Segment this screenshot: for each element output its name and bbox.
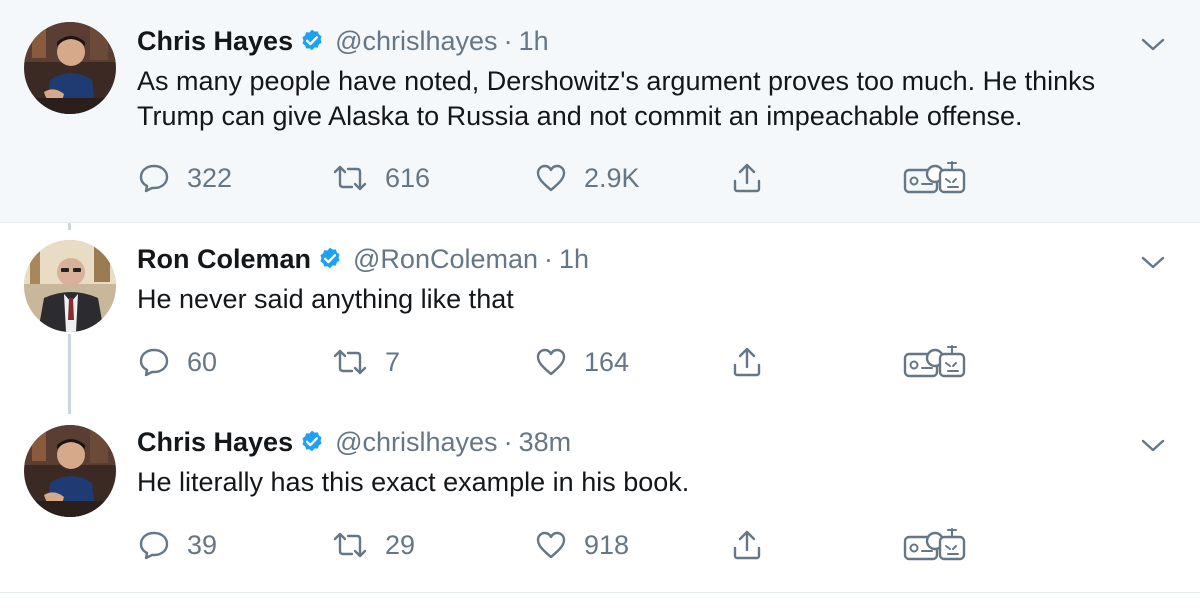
retweet-icon	[333, 349, 367, 375]
separator-dot: ·	[503, 26, 513, 56]
reply-count: 322	[187, 162, 233, 193]
separator-dot: ·	[503, 427, 513, 457]
chevron-down-icon[interactable]	[1140, 435, 1166, 455]
separator-dot: ·	[544, 244, 554, 274]
display-name[interactable]: Chris Hayes	[137, 26, 293, 56]
like-button[interactable]: 2.9K	[534, 160, 640, 196]
retweet-button[interactable]: 29	[331, 527, 415, 563]
share-icon	[733, 163, 761, 193]
avatar[interactable]	[24, 425, 116, 517]
user-handle[interactable]: @chrislhayes	[335, 427, 497, 457]
share-button[interactable]	[730, 527, 764, 563]
retweet-count: 29	[385, 529, 416, 560]
timestamp[interactable]: 1h	[519, 26, 549, 56]
user-handle[interactable]: @RonColeman	[353, 244, 538, 274]
bot-extension-icon	[903, 528, 966, 561]
reply-icon	[139, 531, 169, 560]
tweet-actions: 322 616 2.9K	[137, 160, 1037, 196]
tweet-header: Chris Hayes @chrislhayes · 38m	[137, 425, 571, 459]
like-count: 164	[584, 346, 630, 377]
bot-extension-button[interactable]	[902, 160, 968, 196]
share-icon	[733, 530, 761, 560]
tweet-text: As many people have noted, Dershowitz's …	[137, 66, 1096, 131]
bot-extension-icon	[903, 345, 966, 378]
like-button[interactable]: 164	[534, 344, 629, 380]
tweet[interactable]: Chris Hayes @chrislhayes · 1h As many peopl…	[0, 0, 1200, 222]
verified-badge-icon	[302, 29, 322, 51]
user-handle[interactable]: @chrislhayes	[335, 26, 497, 56]
reply-button[interactable]: 39	[137, 527, 217, 563]
bot-extension-icon	[903, 161, 966, 194]
share-button[interactable]	[730, 344, 764, 380]
reply-count: 60	[187, 346, 218, 377]
tweet[interactable]: Chris Hayes @chrislhayes · 38m He literally…	[0, 405, 1200, 593]
retweet-icon	[333, 165, 367, 191]
retweet-icon	[333, 532, 367, 558]
chevron-down-icon[interactable]	[1140, 34, 1166, 54]
chevron-down-icon[interactable]	[1140, 252, 1166, 272]
retweet-button[interactable]: 7	[331, 344, 400, 380]
reply-icon	[139, 164, 169, 193]
reply-button[interactable]: 322	[137, 160, 232, 196]
conversation-thread: Chris Hayes @chrislhayes · 1h As many peopl…	[0, 0, 1200, 610]
timestamp[interactable]: 1h	[559, 244, 589, 274]
bot-extension-button[interactable]	[902, 527, 968, 563]
avatar[interactable]	[24, 22, 116, 114]
share-icon	[733, 347, 761, 377]
display-name[interactable]: Chris Hayes	[137, 427, 293, 457]
like-button[interactable]: 918	[534, 527, 629, 563]
avatar[interactable]	[24, 240, 116, 332]
verified-badge-icon	[302, 430, 322, 452]
heart-icon	[536, 348, 566, 376]
tweet-actions: 39 29 918	[137, 527, 1037, 563]
retweet-count: 7	[385, 346, 401, 377]
heart-icon	[536, 531, 566, 559]
retweet-button[interactable]: 616	[331, 160, 430, 196]
tweet-text: He never said anything like that	[137, 284, 514, 314]
avatar-image	[24, 240, 116, 332]
verified-badge-icon	[320, 247, 340, 269]
tweet-text: He literally has this exact example in h…	[137, 467, 690, 497]
divider	[0, 592, 1200, 593]
tweet-actions: 60 7 164	[137, 344, 1037, 380]
like-count: 2.9K	[584, 162, 640, 193]
heart-icon	[536, 164, 566, 192]
tweet[interactable]: Ron Coleman @RonColeman · 1h He never said …	[0, 222, 1200, 405]
reply-button[interactable]: 60	[137, 344, 217, 380]
tweet-header: Ron Coleman @RonColeman · 1h	[137, 242, 589, 276]
avatar-image	[24, 22, 116, 114]
tweet-header: Chris Hayes @chrislhayes · 1h	[137, 24, 549, 58]
avatar-image	[24, 425, 116, 517]
bot-extension-button[interactable]	[902, 344, 968, 380]
reply-icon	[139, 348, 169, 377]
reply-count: 39	[187, 529, 218, 560]
timestamp[interactable]: 38m	[519, 427, 572, 457]
display-name[interactable]: Ron Coleman	[137, 244, 311, 274]
share-button[interactable]	[730, 160, 764, 196]
like-count: 918	[584, 529, 630, 560]
retweet-count: 616	[385, 162, 431, 193]
